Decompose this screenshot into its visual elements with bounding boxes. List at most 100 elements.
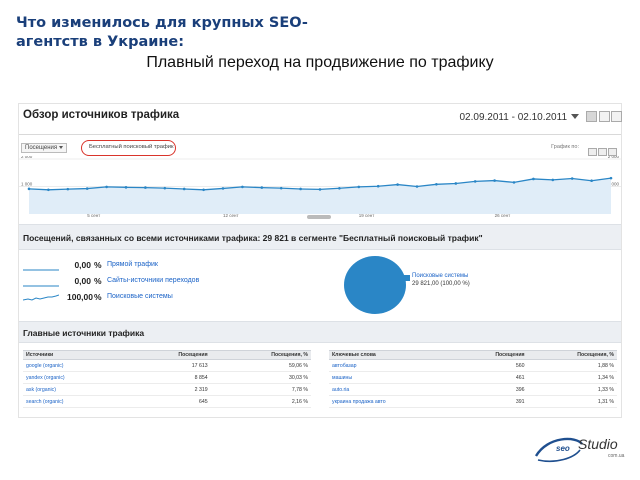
x-tick-label: 26 сент (495, 213, 511, 218)
header-divider (19, 134, 621, 135)
slide-subtitle: Плавный переход на продвижение по трафик… (146, 54, 494, 71)
source-row-direct: 0,00 % Прямой трафик (23, 259, 323, 273)
pie-slice-search (344, 256, 406, 314)
source-row-search: 100,00 % Поисковые системы (23, 291, 323, 305)
chart-scroll-handle[interactable] (307, 215, 331, 219)
table-header-row: Источники Посещения Посещения, % (23, 350, 311, 360)
data-point (124, 186, 128, 189)
table-cell: 2,16 % (210, 395, 311, 408)
data-point (435, 183, 438, 186)
keyword-link[interactable]: auto.ria (329, 383, 454, 396)
source-pct: 100,00 (67, 292, 93, 302)
chevron-down-icon (59, 145, 64, 149)
x-tick-label: 12 сент (223, 213, 239, 218)
column-header[interactable]: Посещения (453, 350, 528, 360)
source-pct: 0,00 (74, 260, 91, 270)
segment-bar: Посещения Бесплатный поисковый трафик Гр… (19, 140, 621, 156)
column-header[interactable]: Посещения (127, 350, 211, 360)
table-cell: 645 (127, 395, 211, 408)
chevron-down-icon[interactable] (571, 114, 579, 119)
keyword-link[interactable]: автобазар (329, 359, 454, 372)
export-button[interactable] (586, 111, 597, 122)
sources-table: Источники Посещения Посещения, % google … (23, 350, 311, 408)
table-row: машины 461 1,34 % (329, 371, 617, 384)
column-header[interactable]: Ключевые слова (329, 350, 454, 360)
x-tick-label: 19 сент (359, 213, 375, 218)
table-cell: 30,03 % (210, 371, 311, 384)
data-point (570, 177, 574, 180)
dashboard-button[interactable] (611, 111, 622, 122)
day-view-icon[interactable] (588, 148, 597, 156)
table-cell: 1,88 % (527, 359, 617, 372)
source-link[interactable]: search (organic) (23, 395, 128, 408)
source-link[interactable]: ask (organic) (23, 383, 128, 396)
data-point (415, 185, 419, 188)
table-cell: 461 (453, 371, 528, 384)
logo-name: Studio (578, 436, 618, 452)
keywords-table: Ключевые слова Посещения Посещения, % ав… (329, 350, 617, 408)
graph-by-label: График по: (551, 144, 579, 150)
data-point (47, 188, 50, 192)
data-point (493, 179, 496, 182)
column-header[interactable]: Посещения, % (210, 350, 311, 360)
data-point (85, 187, 89, 190)
column-header[interactable]: Источники (23, 350, 128, 360)
data-point (396, 183, 399, 186)
month-view-icon[interactable] (608, 148, 617, 156)
table-cell: 1,31 % (527, 395, 617, 408)
data-point (512, 181, 516, 184)
data-point (318, 188, 322, 191)
data-point (532, 177, 535, 181)
y-tick-label-left: 2 000 (21, 156, 33, 159)
table-cell: 17 613 (127, 359, 211, 372)
y-tick-label-right: 2 000 (608, 156, 620, 159)
table-row: auto.ria 396 1,33 % (329, 383, 617, 396)
data-point (182, 187, 186, 191)
traffic-chart: 2 000 2 0001 000 1 0005 сент 12 сент 19 сент… (19, 156, 621, 218)
table-row: google (organic) 17 613 59,06 % (23, 359, 311, 372)
table-header-row: Ключевые слова Посещения Посещения, % (329, 350, 617, 360)
week-view-icon[interactable] (598, 148, 607, 156)
source-link-search[interactable]: Поисковые системы (107, 293, 173, 300)
table-cell: 391 (453, 395, 528, 408)
source-link-direct[interactable]: Прямой трафик (107, 261, 158, 268)
source-pct-unit: % (94, 260, 102, 270)
logo-sub: com.ua (608, 453, 625, 459)
column-header[interactable]: Посещения, % (527, 350, 617, 360)
data-point (454, 182, 458, 185)
data-point (609, 176, 613, 180)
date-range-picker[interactable]: 02.09.2011 - 02.10.2011 (460, 112, 568, 123)
x-tick-label: 5 сент (87, 213, 100, 218)
sparkline-search (23, 294, 59, 301)
source-pct-unit: % (94, 292, 102, 302)
table-row: автобазар 560 1,88 % (329, 359, 617, 372)
search-share-pie (344, 256, 406, 314)
keyword-link[interactable]: машины (329, 371, 454, 384)
table-cell: 396 (453, 383, 528, 396)
metric-select-label: Посещения (25, 145, 58, 151)
table-cell: 7,78 % (210, 383, 311, 396)
data-point (279, 186, 283, 190)
data-point (202, 188, 205, 192)
sparkline-direct (23, 269, 59, 271)
email-button[interactable] (599, 111, 610, 122)
data-point (27, 187, 31, 191)
summary-band: Посещений, связанных со всеми источникам… (19, 224, 621, 250)
source-pct: 0,00 (74, 276, 91, 286)
table-row: украина продажа авто 391 1,31 % (329, 395, 617, 408)
data-point (590, 179, 593, 183)
segment-label[interactable]: Бесплатный поисковый трафик (89, 144, 173, 150)
data-point (357, 185, 361, 189)
top-sources-title: Главные источники трафика (23, 328, 145, 338)
source-link[interactable]: yandex (organic) (23, 371, 128, 384)
source-link[interactable]: google (organic) (23, 359, 128, 372)
metric-select[interactable]: Посещения (21, 143, 68, 153)
source-link-referral[interactable]: Сайты-источники переходов (107, 277, 199, 284)
data-point (144, 186, 147, 189)
table-cell: 1,34 % (527, 371, 617, 384)
data-point (551, 178, 555, 182)
data-point (221, 187, 225, 190)
top-sources-band: Главные источники трафика (19, 321, 621, 343)
table-cell: 2 319 (127, 383, 211, 396)
keyword-link[interactable]: украина продажа авто (329, 395, 454, 408)
